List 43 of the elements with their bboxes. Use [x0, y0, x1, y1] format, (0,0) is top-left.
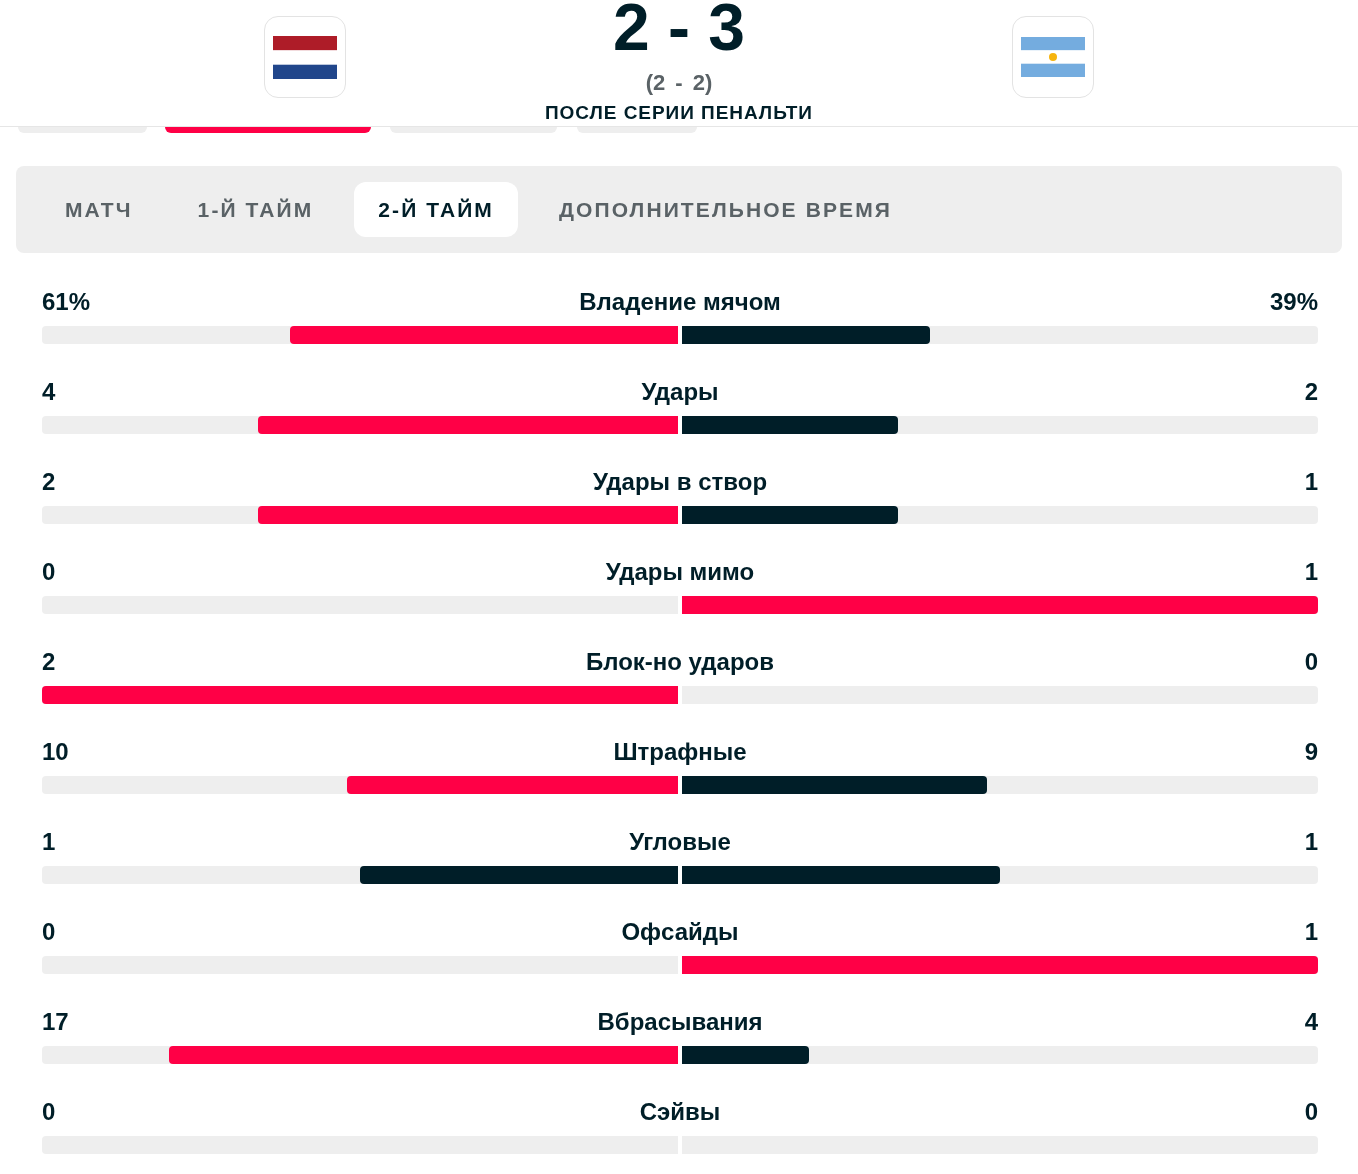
away-stat-value: 2	[1304, 378, 1318, 406]
tab-pill[interactable]	[18, 127, 147, 133]
away-stat-value: 9	[1304, 738, 1318, 766]
stat-name: Штрафные	[613, 738, 747, 766]
away-stat-value: 1	[1304, 558, 1318, 586]
penalty-note: ПОСЛЕ СЕРИИ ПЕНАЛЬТИ	[545, 102, 813, 124]
stat-name: Угловые	[629, 828, 731, 856]
stat-name: Сэйвы	[639, 1098, 721, 1126]
stat-name: Удары в створ	[592, 468, 768, 496]
regular-time-score: (2 - 2)	[645, 70, 713, 96]
stat-name: Удары	[641, 378, 719, 406]
stat-name: Офсайды	[621, 918, 739, 946]
away-stat-value: 1	[1304, 468, 1318, 496]
stat-name: Вбрасывания	[597, 1008, 763, 1036]
tab-pill[interactable]	[577, 127, 697, 133]
period-tab[interactable]: 1-Й ТАЙМ	[173, 182, 338, 237]
away-stat-value: 0	[1304, 1098, 1318, 1126]
stat-name: Удары мимо	[605, 558, 755, 586]
away-stat-value: 1	[1304, 828, 1318, 856]
flag-icon	[1012, 16, 1094, 98]
home-stat-value: 0	[42, 918, 56, 946]
away-stat-value: 0	[1304, 648, 1318, 676]
stat-name: Блок-но ударов	[585, 648, 775, 676]
home-stat-value: 4	[42, 378, 56, 406]
tab-pill[interactable]	[390, 127, 557, 133]
period-tab[interactable]: 2-Й ТАЙМ	[354, 182, 518, 237]
period-tab[interactable]: ДОПОЛНИТЕЛЬНОЕ ВРЕМЯ	[534, 182, 916, 237]
tab-pill[interactable]	[165, 127, 371, 133]
home-stat-value: 0	[42, 1098, 56, 1126]
home-stat-value: 0	[42, 558, 56, 586]
home-stat-value: 17	[42, 1008, 69, 1036]
home-stat-value: 2	[42, 468, 56, 496]
stat-name: Владение мячом	[579, 288, 781, 316]
away-stat-value: 4	[1304, 1008, 1318, 1036]
home-stat-value: 1	[42, 828, 56, 856]
match-score: 2 - 3	[612, 0, 746, 60]
period-tab[interactable]: МАТЧ	[41, 182, 157, 237]
home-stat-value: 10	[42, 738, 69, 766]
home-stat-value: 2	[42, 648, 56, 676]
away-stat-value: 1	[1304, 918, 1318, 946]
home-stat-value: 61%	[42, 288, 91, 316]
flag-icon	[264, 16, 346, 98]
away-stat-value: 39%	[1269, 288, 1318, 316]
